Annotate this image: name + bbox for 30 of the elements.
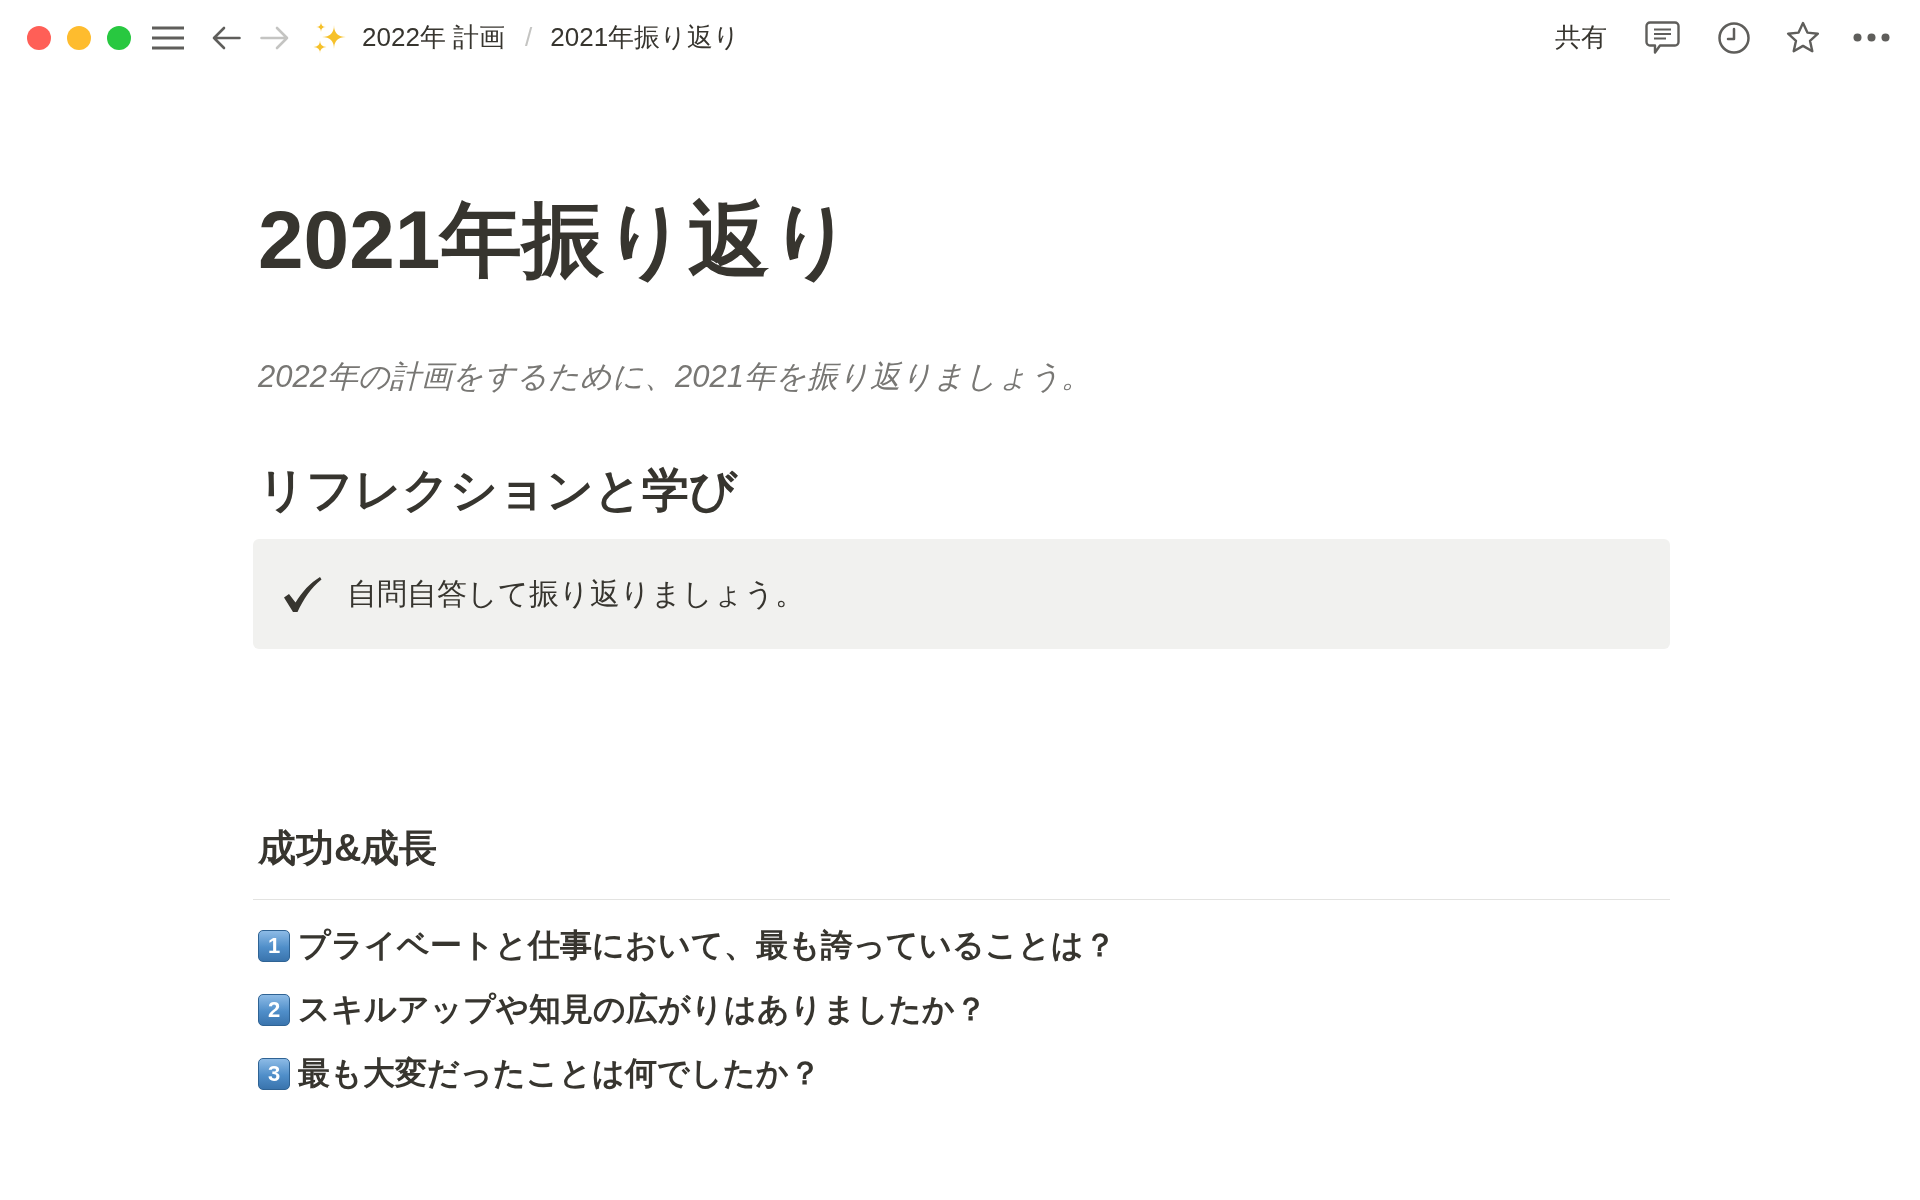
window-control[interactable] (27, 25, 51, 50)
subsection-heading: 成功&成長 (257, 826, 439, 871)
breadcrumb-separator: / (525, 22, 533, 53)
number-keycap: 2 (258, 994, 290, 1026)
history-button[interactable] (1718, 21, 1750, 54)
star-icon (1786, 21, 1820, 54)
arrow-left-icon (212, 25, 241, 50)
question-text: スキルアップや知見の広がりはありましたか？ (298, 990, 987, 1029)
page-title: 2021年振り返り (257, 193, 856, 287)
more-icon (1853, 33, 1890, 42)
favorite-button[interactable] (1786, 21, 1820, 54)
breadcrumb-link[interactable]: 2022年 計画 (313, 20, 506, 55)
number-keycap: 1 (258, 930, 290, 962)
question-text: プライベートと仕事において、最も誇っていることは？ (298, 926, 1116, 965)
arrow-right-icon (260, 25, 289, 50)
question-text: 最も大変だったことは何でしたか？ (298, 1054, 821, 1093)
more-button[interactable] (1853, 33, 1890, 42)
comments-button[interactable] (1645, 21, 1680, 54)
clock-icon (1718, 21, 1750, 54)
page-description: 2022年の計画をするために、2021年を振り返りましょう。 (257, 358, 1093, 396)
check-icon (282, 575, 322, 613)
menu-icon (152, 25, 184, 50)
share-button[interactable]: 共有 (1555, 20, 1607, 55)
comment-icon (1645, 21, 1680, 54)
section-heading: リフレクションと学び (257, 462, 739, 518)
back-button[interactable] (212, 25, 241, 50)
breadcrumb-link[interactable]: 2021年振り返り (550, 20, 741, 55)
menu-button[interactable] (152, 25, 184, 50)
number-keycap: 3 (258, 1058, 290, 1090)
callout-text: 自問自答して振り返りましょう。 (347, 575, 805, 612)
